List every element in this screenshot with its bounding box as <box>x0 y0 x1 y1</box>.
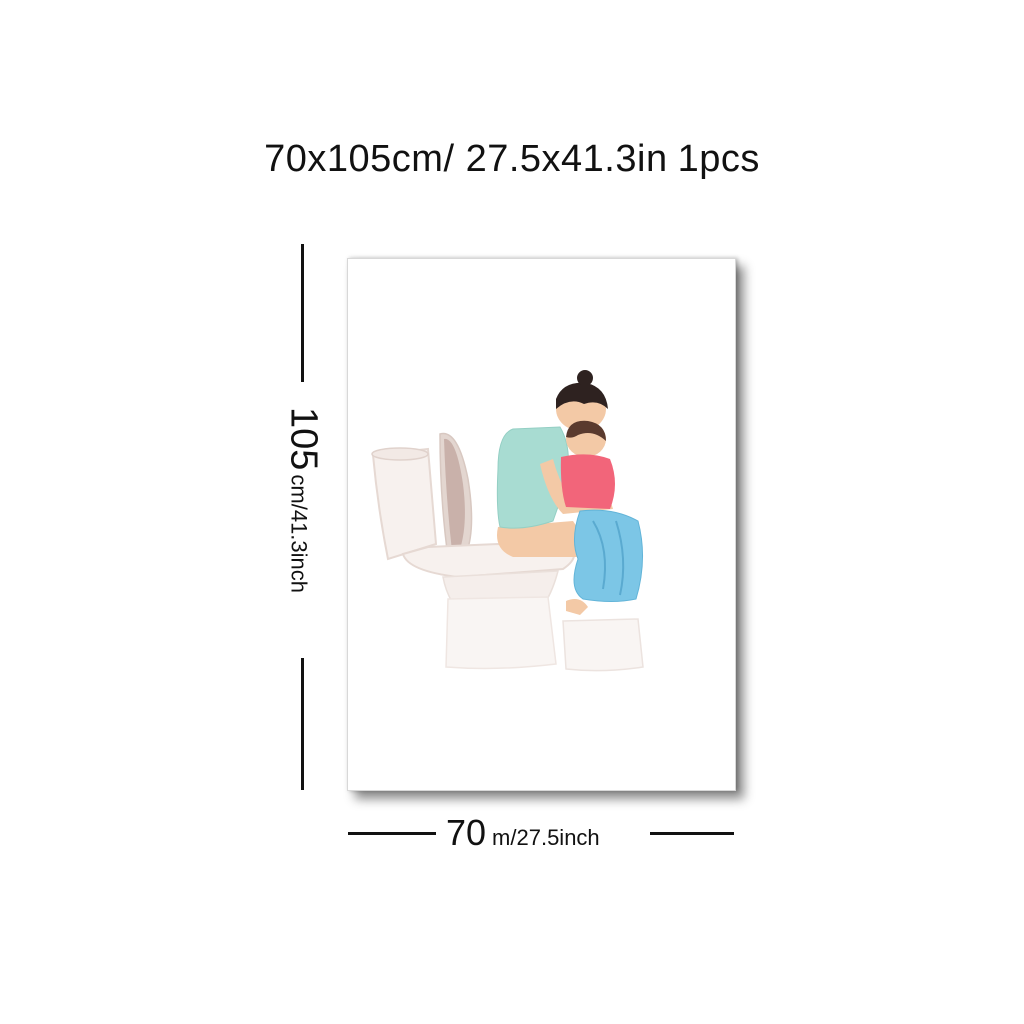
height-dimension-label: 105 cm/41.3inch <box>282 407 325 593</box>
child-shirt <box>560 454 615 509</box>
canvas-print <box>347 258 736 791</box>
quantity-text: 1pcs <box>677 138 760 180</box>
toilet-tank-lid <box>371 447 429 461</box>
size-title: 70x105cm/ 27.5x41.3in 1pcs <box>0 138 1024 181</box>
toilet-tank <box>371 447 438 561</box>
toilet-base <box>445 596 557 670</box>
child-pants <box>573 509 644 602</box>
height-dimension-line-bottom <box>301 658 304 790</box>
width-unit: m/27.5inch <box>492 825 600 850</box>
artwork-illustration <box>371 370 644 672</box>
step-stool <box>562 618 644 672</box>
mother-hair-bun <box>577 370 593 386</box>
height-dimension-line-top <box>301 244 304 382</box>
size-text: 70x105cm/ 27.5x41.3in <box>264 138 668 180</box>
product-size-graphic: 70x105cm/ 27.5x41.3in 1pcs 105 cm/41.3inc… <box>0 0 1024 1024</box>
width-value: 70 <box>446 812 487 853</box>
height-value: 105 <box>282 406 325 471</box>
child-feet <box>566 599 588 615</box>
width-dimension-line-left <box>348 832 436 835</box>
width-dimension-label: 70 m/27.5inch <box>446 812 600 854</box>
height-unit: cm/41.3inch <box>286 474 312 594</box>
width-dimension-line-right <box>650 832 734 835</box>
